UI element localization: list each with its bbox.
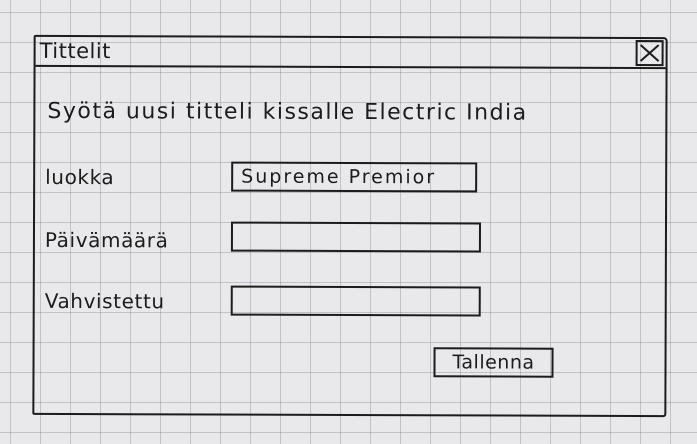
close-icon [639,44,660,62]
save-button[interactable]: Tallenna [433,347,554,378]
date-label: Päivämäärä [44,227,169,253]
confirmed-label: Vahvistettu [44,288,165,314]
date-input[interactable] [230,221,482,253]
confirmed-input[interactable] [230,285,481,317]
intro-text: Syötä uusi titteli kissalle Electric Ind… [47,98,528,126]
class-label: luokka [45,164,115,190]
title-window: Tittelit Syötä uusi titteli kissalle Ele… [32,34,668,418]
class-select[interactable]: Supreme Premior [231,161,478,193]
window-title: Tittelit [39,38,111,64]
close-button[interactable] [635,39,664,67]
title-bar[interactable]: Tittelit [35,36,666,70]
